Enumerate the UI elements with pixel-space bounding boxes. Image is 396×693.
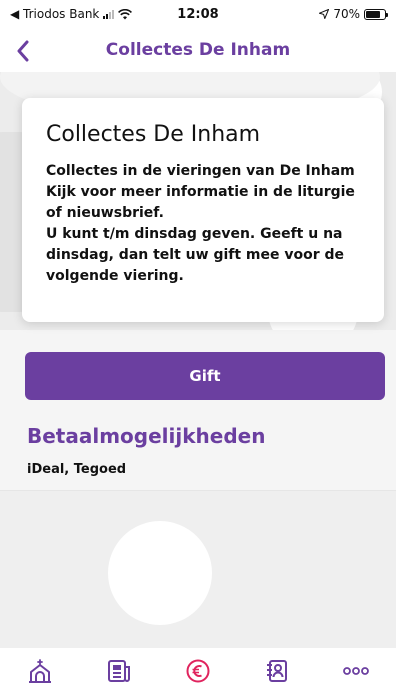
- status-bar: ◀ Triodos Bank 12:08 70%: [0, 0, 396, 30]
- newspaper-icon: [107, 659, 130, 682]
- contacts-icon: [267, 659, 288, 682]
- card-text-line: Collectes in de vieringen van De Inham: [46, 163, 355, 179]
- card-body: Collectes in de vieringen van De Inham K…: [46, 161, 360, 287]
- tab-bar: [0, 648, 396, 693]
- payment-heading: Betaalmogelijkheden: [27, 424, 266, 448]
- location-icon: [319, 9, 330, 19]
- tab-contacts[interactable]: [257, 651, 297, 691]
- status-right: 70%: [319, 7, 388, 21]
- navigation-bar: Collectes De Inham: [0, 30, 396, 72]
- info-card: Collectes De Inham Collectes in de vieri…: [22, 98, 384, 322]
- tab-news[interactable]: [99, 651, 139, 691]
- euro-icon: [186, 659, 210, 682]
- tab-home[interactable]: [20, 651, 60, 691]
- gift-button[interactable]: Gift: [25, 352, 385, 400]
- tab-more[interactable]: [336, 651, 376, 691]
- card-title: Collectes De Inham: [46, 122, 261, 147]
- battery-percentage: 70%: [333, 7, 360, 21]
- lower-background: [0, 491, 396, 648]
- payment-methods: iDeal, Tegoed: [27, 462, 127, 477]
- church-icon: [28, 658, 51, 683]
- decorative-shape: [108, 521, 212, 625]
- more-icon: [343, 666, 370, 675]
- battery-icon: [364, 8, 388, 20]
- tab-give[interactable]: [178, 651, 218, 691]
- card-text-line: U kunt t/m dinsdag geven. Geeft u na din…: [46, 226, 345, 284]
- page-title: Collectes De Inham: [105, 40, 291, 60]
- card-text-line: Kijk voor meer informatie in de liturgie…: [46, 184, 355, 221]
